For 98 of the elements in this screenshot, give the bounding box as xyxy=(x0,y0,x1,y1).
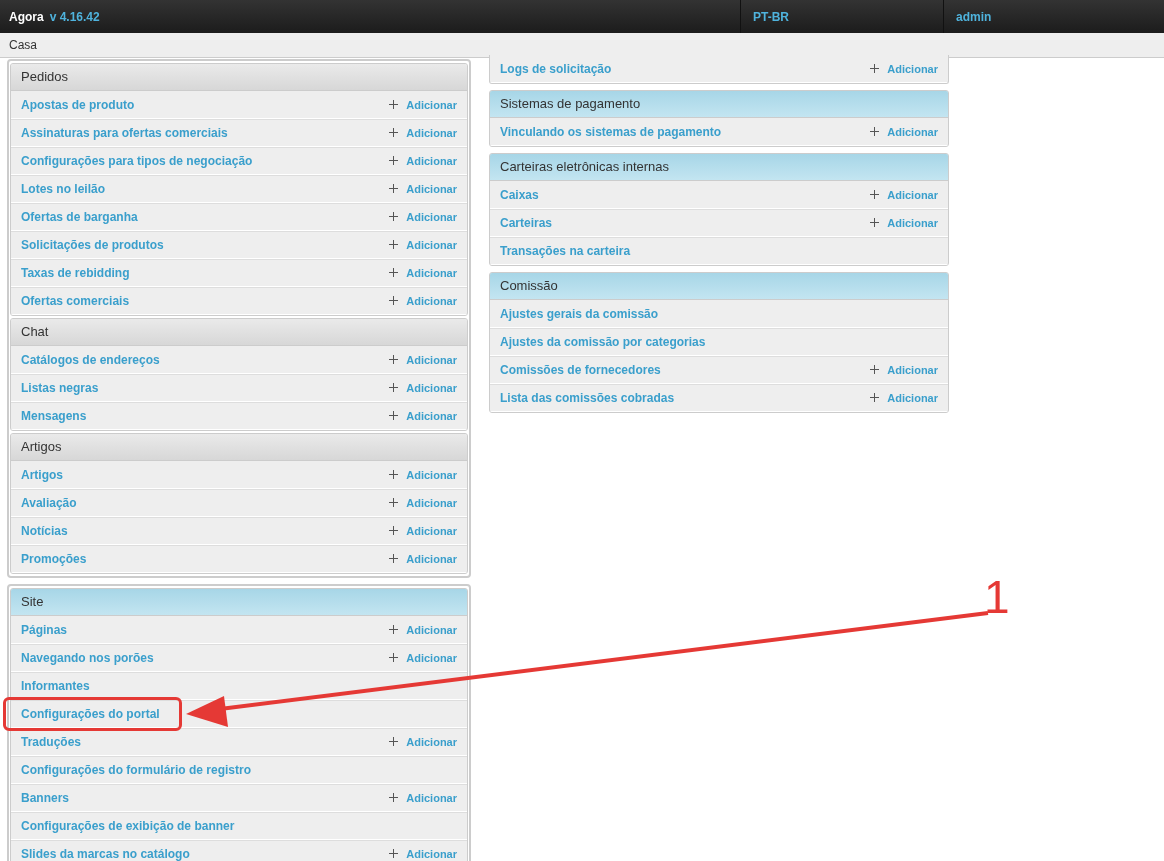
plus-icon xyxy=(389,156,399,165)
plus-icon xyxy=(389,554,399,563)
module-link[interactable]: Banners xyxy=(21,790,70,805)
module-link[interactable]: Slides da marcas no catálogo xyxy=(21,846,190,861)
language-link[interactable]: PT-BR xyxy=(753,9,789,24)
version-label: v 4.16.42 xyxy=(49,9,100,24)
plus-icon xyxy=(389,128,399,137)
plus-icon xyxy=(870,127,880,136)
module-header: Pedidos xyxy=(11,64,467,91)
annotation-number: 1 xyxy=(984,574,1010,620)
plus-icon xyxy=(389,625,399,634)
add-link[interactable]: Adicionar xyxy=(389,381,457,394)
plus-icon xyxy=(389,383,399,392)
add-link[interactable]: Adicionar xyxy=(870,125,938,138)
plus-icon xyxy=(389,355,399,364)
module-link[interactable]: Ajustes gerais da comissão xyxy=(500,306,659,321)
add-link[interactable]: Adicionar xyxy=(389,524,457,537)
add-link[interactable]: Adicionar xyxy=(389,791,457,804)
plus-icon xyxy=(389,212,399,221)
module-link[interactable]: Avaliação xyxy=(21,495,77,510)
module-link[interactable]: Configurações de exibição de banner xyxy=(21,818,235,833)
add-link[interactable]: Adicionar xyxy=(870,363,938,376)
module-link[interactable]: Transações na carteira xyxy=(500,243,631,258)
module-link[interactable]: Listas negras xyxy=(21,380,99,395)
module-header: Site xyxy=(11,589,467,616)
add-link[interactable]: Adicionar xyxy=(389,294,457,307)
plus-icon xyxy=(389,296,399,305)
add-link[interactable]: Adicionar xyxy=(389,496,457,509)
add-link[interactable]: Adicionar xyxy=(389,353,457,366)
module-link[interactable]: Assinaturas para ofertas comerciais xyxy=(21,125,228,140)
plus-icon xyxy=(389,737,399,746)
add-link[interactable]: Adicionar xyxy=(389,98,457,111)
module-link[interactable]: Navegando nos porões xyxy=(21,650,154,665)
module-link[interactable]: Lista das comissões cobradas xyxy=(500,390,675,405)
plus-icon xyxy=(870,190,880,199)
plus-icon xyxy=(389,498,399,507)
plus-icon xyxy=(389,411,399,420)
plus-icon xyxy=(389,184,399,193)
module-header: Carteiras eletrônicas internas xyxy=(490,154,948,181)
module-link[interactable]: Configurações do formulário de registro xyxy=(21,762,252,777)
add-link[interactable]: Adicionar xyxy=(389,552,457,565)
plus-icon xyxy=(389,793,399,802)
add-link[interactable]: Adicionar xyxy=(389,238,457,251)
plus-icon xyxy=(870,64,880,73)
plus-icon xyxy=(389,240,399,249)
module-header: Sistemas de pagamento xyxy=(490,91,948,118)
module-link[interactable]: Catálogos de endereços xyxy=(21,352,160,367)
plus-icon xyxy=(389,268,399,277)
plus-icon xyxy=(389,849,399,858)
module-link[interactable]: Apostas de produto xyxy=(21,97,135,112)
module-header: Artigos xyxy=(11,434,467,461)
add-link[interactable]: Adicionar xyxy=(389,651,457,664)
plus-icon xyxy=(389,653,399,662)
module-link[interactable]: Artigos xyxy=(21,467,63,482)
module-link[interactable]: Carteiras xyxy=(500,215,553,230)
add-link[interactable]: Adicionar xyxy=(389,266,457,279)
plus-icon xyxy=(870,393,880,402)
add-link[interactable]: Adicionar xyxy=(389,182,457,195)
plus-icon xyxy=(389,100,399,109)
module-link[interactable]: Lotes no leilão xyxy=(21,181,105,196)
module-link[interactable]: Logs de solicitação xyxy=(500,61,612,76)
add-link[interactable]: Adicionar xyxy=(389,154,457,167)
plus-icon xyxy=(870,218,880,227)
module-link[interactable]: Notícias xyxy=(21,523,68,538)
module-header: Chat xyxy=(11,319,467,346)
module-link[interactable]: Ajustes da comissão por categorias xyxy=(500,334,706,349)
module-header: Comissão xyxy=(490,273,948,300)
add-link[interactable]: Adicionar xyxy=(870,391,938,404)
add-link[interactable]: Adicionar xyxy=(389,735,457,748)
add-link[interactable]: Adicionar xyxy=(389,210,457,223)
user-link[interactable]: admin xyxy=(956,9,992,24)
module-link[interactable]: Páginas xyxy=(21,622,68,637)
add-link[interactable]: Adicionar xyxy=(870,188,938,201)
plus-icon xyxy=(389,526,399,535)
breadcrumb-link[interactable]: Casa xyxy=(9,38,37,52)
module-link[interactable]: Taxas de rebidding xyxy=(21,265,130,280)
plus-icon xyxy=(870,365,880,374)
add-link[interactable]: Adicionar xyxy=(389,847,457,860)
add-link[interactable]: Adicionar xyxy=(389,409,457,422)
module-link[interactable]: Mensagens xyxy=(21,408,87,423)
add-link[interactable]: Adicionar xyxy=(389,468,457,481)
add-link[interactable]: Adicionar xyxy=(870,216,938,229)
brand-name: Agora xyxy=(9,9,44,24)
module-link[interactable]: Solicitações de produtos xyxy=(21,237,164,252)
add-link[interactable]: Adicionar xyxy=(389,623,457,636)
module-link[interactable]: Traduções xyxy=(21,734,82,749)
module-link[interactable]: Vinculando os sistemas de pagamento xyxy=(500,124,722,139)
module-link[interactable]: Configurações do portal xyxy=(21,706,160,721)
add-link[interactable]: Adicionar xyxy=(389,126,457,139)
module-link[interactable]: Configurações para tipos de negociação xyxy=(21,153,253,168)
module-link[interactable]: Caixas xyxy=(500,187,539,202)
module-link[interactable]: Informantes xyxy=(21,678,90,693)
module-link[interactable]: Promoções xyxy=(21,551,87,566)
module-link[interactable]: Ofertas de barganha xyxy=(21,209,138,224)
module-link[interactable]: Ofertas comerciais xyxy=(21,293,130,308)
module-link[interactable]: Comissões de fornecedores xyxy=(500,362,661,377)
plus-icon xyxy=(389,470,399,479)
add-link[interactable]: Adicionar xyxy=(870,62,938,75)
